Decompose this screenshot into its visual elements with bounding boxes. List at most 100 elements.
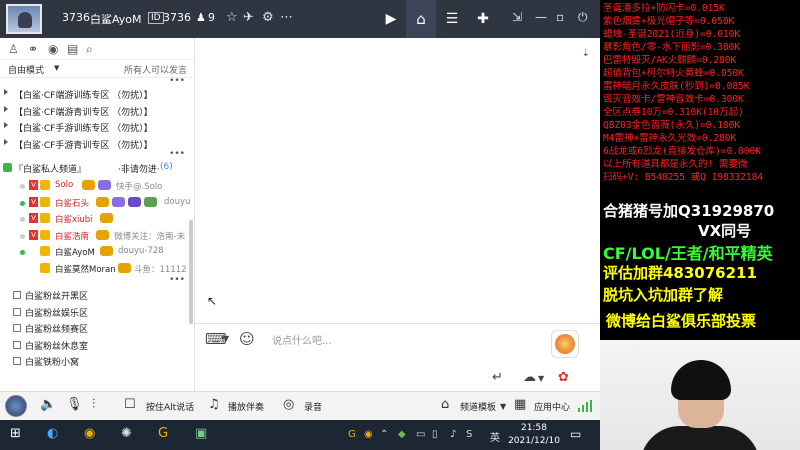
dropdown-icon[interactable]: ▼ bbox=[538, 374, 544, 383]
member-item[interactable]: V 白鲨石头 douyu bbox=[0, 195, 194, 212]
webcam-feed bbox=[600, 340, 800, 450]
member-item[interactable]: V Solo 快手@.Solo bbox=[0, 178, 194, 195]
flower-icon[interactable]: ✿ bbox=[558, 370, 569, 385]
mouse-cursor-icon: ↖ bbox=[207, 294, 218, 308]
room-avatar[interactable] bbox=[6, 4, 42, 34]
chat-message-area[interactable]: ⇣ ↖ bbox=[195, 38, 600, 323]
more-dots-icon[interactable]: ••• bbox=[169, 275, 185, 285]
crown-icon bbox=[40, 229, 50, 240]
play-music-button[interactable]: 播放伴奏 bbox=[228, 400, 264, 413]
app-shortcut-icon[interactable] bbox=[551, 330, 579, 358]
push-to-talk-label[interactable]: 按住Alt说话 bbox=[146, 400, 194, 413]
private-channel[interactable]: 『白鲨私人频道』 ·非请勿进· (6) bbox=[0, 160, 194, 178]
grid-icon[interactable]: ▦ bbox=[514, 397, 526, 412]
price-line: 暴影角色/零-水下丽影=0.380K bbox=[603, 42, 740, 53]
home-icon[interactable]: ⌂ bbox=[406, 0, 436, 38]
contact-line: 合猪猪号加Q31929870 bbox=[603, 202, 775, 220]
record-button[interactable]: 录音 bbox=[304, 400, 322, 413]
video-icon[interactable]: ▶ bbox=[376, 0, 406, 38]
tray-game-icon[interactable]: G bbox=[348, 429, 356, 440]
crown-icon bbox=[40, 262, 50, 273]
power-icon[interactable]: ⏻ bbox=[578, 10, 588, 25]
more-dots-icon[interactable]: ••• bbox=[169, 76, 185, 86]
location-icon[interactable]: ◉ bbox=[48, 42, 58, 56]
channel-item[interactable]: 【白鲨·CF手游青训专区 （勿扰）】 bbox=[0, 136, 194, 153]
member-item[interactable]: V 白鲨xiubi bbox=[0, 211, 194, 228]
member-item[interactable]: V 白鲨浩南 微博关注：浩南-未 bbox=[0, 228, 194, 245]
tray-display-icon[interactable]: ▭ bbox=[416, 429, 425, 440]
tray-yy-icon[interactable]: ◉ bbox=[364, 429, 373, 440]
settings-icon[interactable]: ⚙ bbox=[262, 10, 274, 25]
more-dots-icon[interactable]: ••• bbox=[169, 149, 185, 159]
voice-chat-app: 3736 白鲨AyoM ID 3736 ♟ 9 ☆ ✈ ⚙ ⋯ ▶ ⌂ ☰ ✚ … bbox=[0, 0, 600, 420]
weibo-line: 微博给白鲨俱乐部投票 bbox=[606, 312, 757, 330]
panel-scrollbar[interactable] bbox=[189, 220, 193, 324]
member-item[interactable]: 白鲨莫然Moran 斗鱼：11112 bbox=[0, 261, 194, 278]
group-item[interactable]: 白鲨铁粉小窝 bbox=[0, 353, 194, 370]
group-item[interactable]: 白鲨粉丝娱乐区 bbox=[0, 304, 194, 321]
restore-icon[interactable]: ▫ bbox=[556, 10, 564, 24]
music-icon[interactable]: ♫ bbox=[208, 397, 220, 412]
game-launcher-icon[interactable]: G bbox=[158, 426, 168, 441]
streamer-hair bbox=[671, 360, 731, 400]
document-icon[interactable]: ▤ bbox=[67, 42, 78, 56]
emoji-icon[interactable]: ☺ bbox=[239, 330, 255, 348]
mic-status-icon bbox=[20, 250, 25, 255]
yy-app-icon[interactable]: ◉ bbox=[84, 426, 95, 441]
price-line: 紫色烟雾+极光帽子等=0.050K bbox=[603, 16, 735, 27]
user-icon[interactable]: ♙ bbox=[8, 42, 19, 56]
equalizer-icon[interactable]: ⫶ bbox=[92, 397, 95, 412]
mode-label[interactable]: 自由模式 bbox=[8, 63, 44, 76]
more-icon[interactable]: ⋯ bbox=[280, 10, 293, 25]
ime-language[interactable]: 英 bbox=[490, 429, 500, 444]
comment-icon[interactable]: ☁ bbox=[523, 370, 536, 385]
clock-date: 2021/12/10 bbox=[508, 436, 560, 446]
channel-item[interactable]: 【白鲨·CF手游训练专区 （勿扰）】 bbox=[0, 119, 194, 136]
notification-icon[interactable]: ▭ bbox=[570, 427, 581, 441]
record-icon[interactable]: ◎ bbox=[283, 397, 294, 412]
group-item[interactable]: 白鲨粉丝频赛区 bbox=[0, 320, 194, 337]
tray-chevron-icon[interactable]: ⌃ bbox=[380, 429, 388, 440]
group-icon bbox=[13, 357, 21, 365]
minimize-icon[interactable]: — bbox=[535, 10, 547, 24]
browser-icon[interactable]: ◐ bbox=[47, 426, 58, 441]
tray-ime-icon[interactable]: S bbox=[466, 429, 472, 440]
checkbox-icon[interactable]: ☐ bbox=[124, 397, 136, 412]
member-item[interactable]: 白鲨AyoM douyu-728 bbox=[0, 244, 194, 261]
favorite-icon[interactable]: ☆ bbox=[226, 10, 238, 25]
mic-status-icon bbox=[20, 200, 25, 206]
app-center-button[interactable]: 应用中心 bbox=[534, 400, 570, 413]
windows-start-icon[interactable]: ⊞ bbox=[10, 426, 21, 441]
group-icon bbox=[13, 324, 21, 332]
level-badge-icon bbox=[128, 196, 141, 207]
group-item[interactable]: 白鲨粉丝开黑区 bbox=[0, 287, 194, 304]
tray-network-icon[interactable]: ▯ bbox=[432, 429, 438, 440]
dropdown-icon[interactable]: ▼ bbox=[223, 334, 229, 343]
system-clock[interactable]: 21:58 2021/12/10 bbox=[506, 422, 562, 448]
search-icon[interactable]: ⌕ bbox=[86, 42, 93, 57]
mode-dropdown-icon[interactable]: ▼ bbox=[54, 64, 59, 72]
obs-icon[interactable]: ✺ bbox=[121, 426, 132, 441]
tray-nvidia-icon[interactable]: ◆ bbox=[398, 429, 406, 440]
chat-input[interactable]: 说点什么吧... bbox=[272, 332, 332, 347]
window-app-icon[interactable]: ▣ bbox=[195, 426, 207, 441]
gamepad-icon[interactable]: ✚ bbox=[468, 0, 498, 38]
user-avatar[interactable] bbox=[5, 395, 27, 417]
share-icon[interactable]: ✈ bbox=[243, 10, 254, 25]
collapse-icon[interactable]: ⇲ bbox=[512, 10, 522, 24]
link-icon[interactable]: ⚭ bbox=[28, 42, 38, 56]
channel-template-button[interactable]: 频道模板 bbox=[460, 400, 496, 413]
vip-badge-icon: V bbox=[29, 229, 38, 240]
windows-taskbar: ⊞ ◐ ◉ ✺ G ▣ G ◉ ⌃ ◆ ▭ ▯ ♪ S 英 21:58 2021… bbox=[0, 420, 600, 450]
dropdown-icon[interactable]: ▼ bbox=[500, 402, 506, 411]
channel-item[interactable]: 【白鲨·CF端游训练专区 （勿扰）】 bbox=[0, 86, 194, 103]
microphone-icon[interactable]: 🎙 bbox=[66, 397, 83, 412]
group-item[interactable]: 白鲨粉丝休息室 bbox=[0, 337, 194, 354]
send-enter-icon[interactable]: ↵ bbox=[492, 370, 503, 385]
list-icon[interactable]: ☰ bbox=[437, 0, 467, 38]
speaker-icon[interactable]: 🔈 bbox=[40, 397, 56, 412]
tray-volume-icon[interactable]: ♪ bbox=[450, 429, 456, 440]
scroll-bottom-icon[interactable]: ⇣ bbox=[582, 48, 590, 59]
template-icon[interactable]: ⌂ bbox=[441, 397, 449, 412]
channel-item[interactable]: 【白鲨·CF端游青训专区 （勿扰）】 bbox=[0, 103, 194, 120]
